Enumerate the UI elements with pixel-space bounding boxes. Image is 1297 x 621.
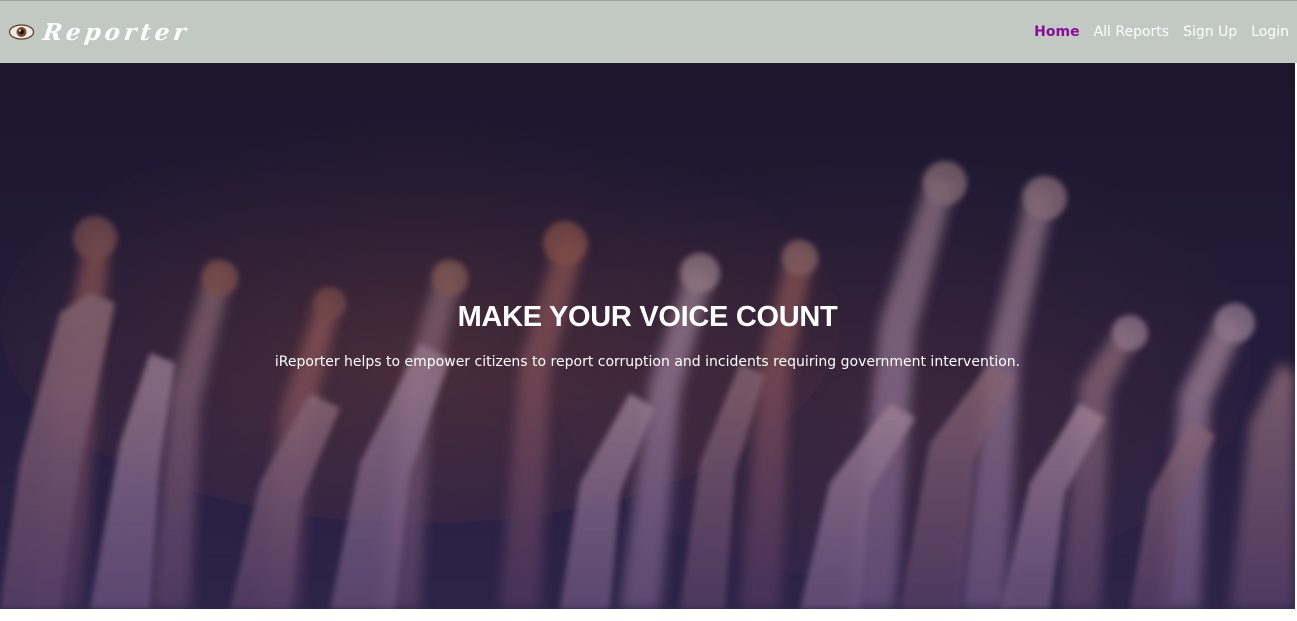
hero-subtitle: iReporter helps to empower citizens to r…	[274, 354, 1021, 370]
nav-link-all-reports[interactable]: All Reports	[1094, 24, 1170, 40]
hero-title: MAKE YOUR VOICE COUNT	[457, 301, 838, 333]
hero-banner: MAKE YOUR VOICE COUNT iReporter helps to…	[0, 63, 1295, 609]
eye-icon	[8, 22, 35, 42]
nav-link-login[interactable]: Login	[1251, 24, 1289, 40]
top-navbar: Reporter Home All Reports Sign Up Login	[0, 0, 1297, 63]
brand-name: Reporter	[41, 18, 192, 46]
nav-links: Home All Reports Sign Up Login	[1034, 24, 1289, 40]
page-bottom-strip	[0, 609, 1297, 621]
nav-link-home[interactable]: Home	[1034, 24, 1079, 40]
nav-link-sign-up[interactable]: Sign Up	[1183, 24, 1237, 40]
hero-content: MAKE YOUR VOICE COUNT iReporter helps to…	[0, 63, 1295, 609]
brand-logo-link[interactable]: Reporter	[8, 18, 192, 46]
